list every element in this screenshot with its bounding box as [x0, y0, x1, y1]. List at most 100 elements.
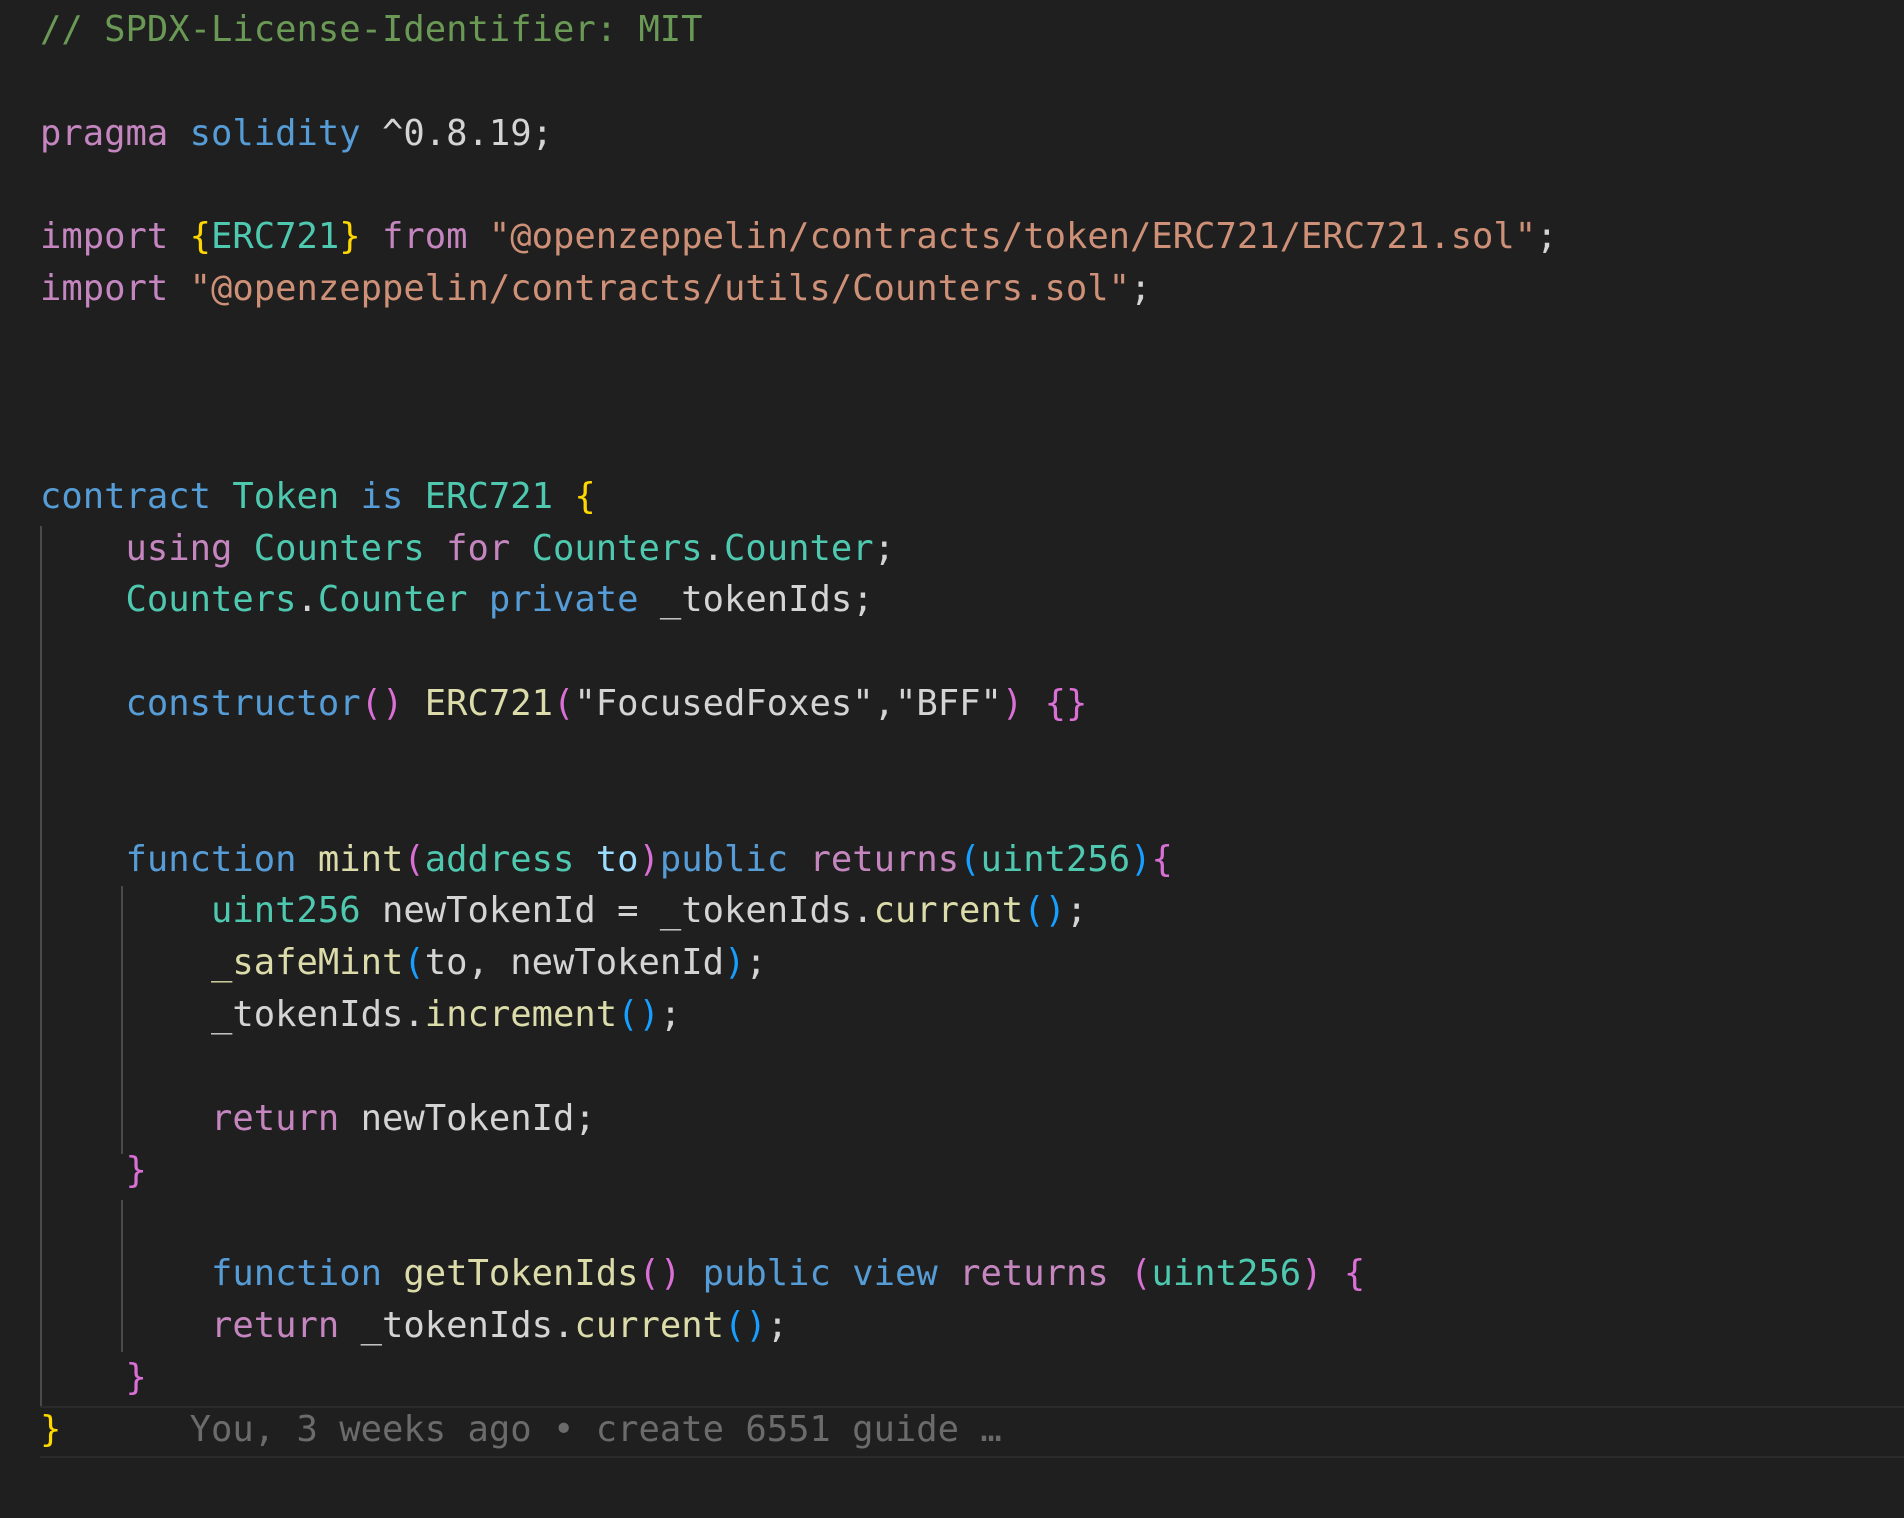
code-token: contract [40, 475, 211, 517]
code-editor[interactable]: // SPDX-License-Identifier: MIT pragma so… [0, 0, 1904, 1518]
code-token: pragma [40, 112, 169, 154]
code-token: Counter [317, 579, 468, 621]
code-line[interactable]: _tokenIds.increment(); [40, 989, 681, 1041]
code-line[interactable]: function getTokenIds() public view retur… [40, 1248, 1365, 1300]
code-token: address [424, 838, 575, 880]
code-token: ) [1130, 838, 1152, 880]
code-token: is [360, 475, 404, 517]
code-token: {} [1044, 683, 1088, 725]
code-token: } [125, 1149, 147, 1191]
code-line[interactable]: } [40, 1352, 147, 1404]
code-token: "@openzeppelin/contracts/token/ERC721/ER… [488, 216, 1537, 258]
code-token: { [1151, 838, 1173, 880]
code-token: function [210, 1253, 382, 1295]
code-token: "FocusedFoxes","BFF" [574, 683, 1002, 725]
code-token: ) [1301, 1253, 1323, 1295]
code-token: _tokenIds; [638, 579, 874, 621]
code-token: uint256 [980, 838, 1131, 880]
code-token: () [617, 994, 660, 1036]
code-token: current [873, 890, 1024, 932]
code-token: returns [959, 1253, 1109, 1295]
code-token: "@openzeppelin/contracts/utils/Counters.… [189, 268, 1131, 310]
code-token: . [702, 527, 724, 569]
blame-spacer [61, 1409, 189, 1450]
code-token: Counters [253, 527, 425, 569]
code-token: public [702, 1253, 831, 1295]
code-token: ( [403, 942, 425, 984]
code-line[interactable]: return _tokenIds.current(); [40, 1300, 788, 1352]
code-token: ERC721 [424, 683, 553, 725]
code-token: Counters [125, 579, 297, 621]
code-token: getTokenIds [403, 1253, 639, 1295]
code-token: ; [659, 994, 682, 1036]
code-token: ( [552, 683, 575, 725]
code-line[interactable]: } [40, 1145, 147, 1197]
code-token: } [125, 1357, 147, 1399]
git-blame-annotation[interactable]: You, 3 weeks ago • create 6551 guide … [190, 1409, 1002, 1450]
code-token: import [40, 216, 169, 258]
code-line[interactable]: Counters.Counter private _tokenIds; [40, 574, 874, 626]
code-line[interactable]: pragma solidity ^0.8.19; [40, 108, 553, 160]
code-token: () [723, 1305, 767, 1347]
code-line[interactable]: function mint(address to)public returns(… [40, 834, 1173, 886]
code-token: current [574, 1305, 724, 1347]
code-token: function [125, 838, 297, 880]
code-token: returns [809, 838, 960, 880]
code-line[interactable]: import {ERC721} from "@openzeppelin/cont… [40, 211, 1558, 263]
code-token: { [189, 216, 211, 258]
code-token: { [1343, 1253, 1366, 1295]
code-line[interactable]: _safeMint(to, newTokenId); [40, 937, 767, 989]
code-token: ( [959, 838, 981, 880]
code-token: _tokenIds. [40, 994, 425, 1036]
code-token: import [40, 268, 169, 310]
code-line[interactable]: uint256 newTokenId = _tokenIds.current()… [40, 885, 1087, 937]
code-token: newTokenId; [339, 1097, 596, 1139]
code-token: } [339, 216, 361, 258]
code-token: from [382, 216, 468, 258]
code-line[interactable]: return newTokenId; [40, 1093, 596, 1145]
code-token: return [210, 1097, 340, 1139]
code-line[interactable]: contract Token is ERC721 { [40, 471, 596, 523]
code-line[interactable]: using Counters for Counters.Counter; [40, 523, 895, 575]
code-token: { [574, 475, 596, 517]
code-token: () [360, 683, 404, 725]
code-token: ; [1130, 268, 1152, 310]
code-line[interactable]: // SPDX-License-Identifier: MIT [40, 4, 703, 56]
code-token: solidity [189, 112, 361, 154]
code-token: return [210, 1305, 340, 1347]
code-token: Token [232, 475, 340, 517]
code-token: () [1023, 890, 1066, 932]
code-line[interactable]: } You, 3 weeks ago • create 6551 guide … [40, 1404, 1002, 1456]
code-token: Counter [723, 527, 874, 569]
code-line[interactable]: constructor() ERC721("FocusedFoxes","BFF… [40, 678, 1088, 730]
code-token: ; [766, 1305, 789, 1347]
code-token: private [488, 579, 639, 621]
code-line[interactable]: import "@openzeppelin/contracts/utils/Co… [40, 263, 1151, 315]
